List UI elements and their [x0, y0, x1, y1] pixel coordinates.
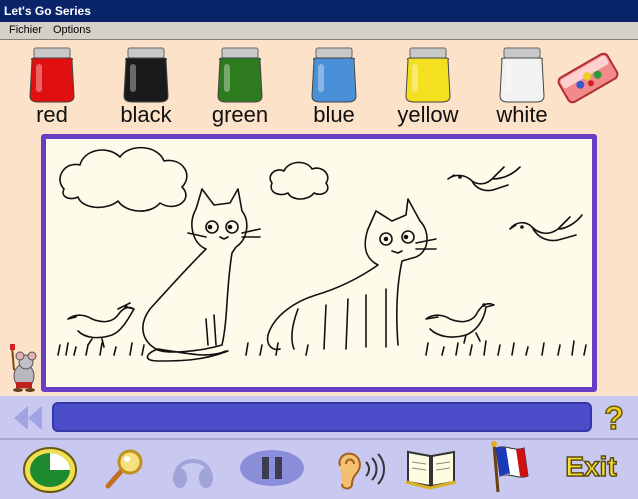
paint-jar-blue[interactable]: [304, 46, 364, 104]
bird-top-right: [447, 166, 521, 192]
window-title: Let's Go Series: [4, 4, 91, 18]
paint-jar-black[interactable]: [116, 46, 176, 104]
clock-icon[interactable]: [22, 444, 78, 494]
rewind-icon[interactable]: [10, 404, 46, 432]
title-bar: Let's Go Series: [0, 0, 638, 22]
bird-lower-right: [425, 302, 495, 344]
panel-divider: [0, 438, 638, 440]
progress-bar[interactable]: [52, 402, 592, 432]
cat-left: [142, 188, 248, 362]
paint-label-red: red: [36, 102, 68, 127]
cat-right: [266, 198, 428, 351]
paint-jar-white[interactable]: [492, 46, 552, 104]
eraser-icon[interactable]: [552, 48, 624, 108]
magnifier-icon[interactable]: [100, 446, 146, 492]
paint-label-yellow: yellow: [397, 102, 459, 127]
help-label: ?: [604, 400, 624, 434]
paint-label-blue: blue: [313, 102, 355, 127]
mouse-painter-icon[interactable]: [4, 344, 40, 394]
menu-bar: Fichier Options: [0, 22, 638, 40]
exit-label: Exit: [565, 451, 616, 482]
book-icon[interactable]: [404, 446, 458, 490]
bird-lower-left: [67, 302, 135, 348]
headphones-icon[interactable]: [168, 446, 218, 492]
menu-options[interactable]: Options: [53, 24, 91, 36]
help-icon[interactable]: ?: [598, 400, 630, 434]
paint-jar-red[interactable]: [22, 46, 82, 104]
ear-listen-icon[interactable]: [330, 444, 386, 492]
cloud-left: [59, 146, 188, 212]
menu-fichier[interactable]: Fichier: [9, 24, 42, 36]
exit-button[interactable]: Exit: [556, 446, 626, 486]
paint-label-black: black: [120, 102, 172, 127]
coloring-area: red black green blue yellow white: [0, 40, 638, 396]
control-panel: ? Exit: [0, 396, 638, 499]
paint-jar-green[interactable]: [210, 46, 270, 104]
paint-jar-yellow[interactable]: [398, 46, 458, 104]
french-flag-icon[interactable]: [484, 440, 542, 494]
drawing-canvas[interactable]: [41, 134, 597, 392]
cloud-middle: [269, 161, 329, 200]
pause-icon[interactable]: [238, 448, 306, 488]
grass: [57, 340, 587, 356]
paint-label-green: green: [211, 102, 269, 127]
